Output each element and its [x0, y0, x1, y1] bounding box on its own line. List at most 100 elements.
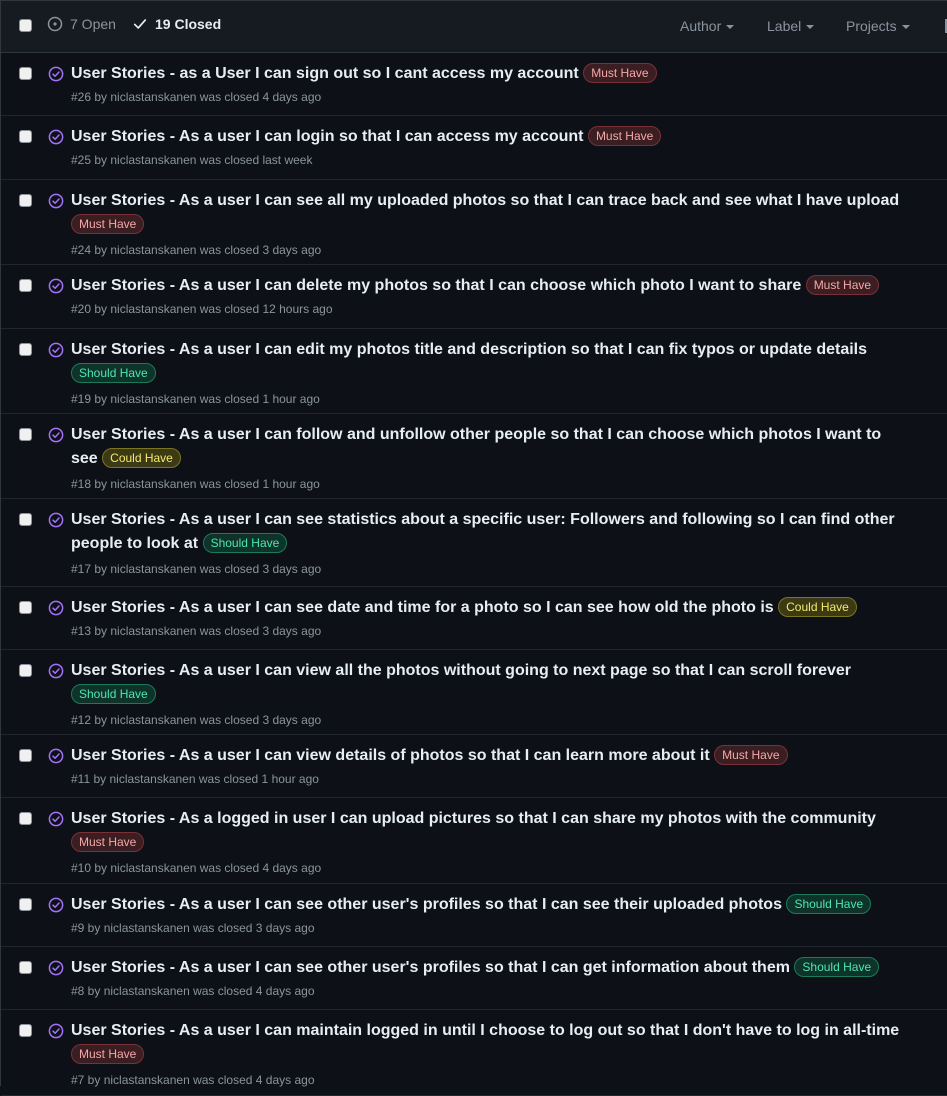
author-filter[interactable]: Author [680, 18, 735, 34]
priority-label[interactable]: Should Have [794, 957, 880, 977]
priority-label[interactable]: Must Have [714, 745, 788, 765]
chevron-down-icon [901, 25, 910, 29]
priority-label[interactable]: Should Have [71, 684, 156, 704]
issue-meta: #17 by niclastanskanen was closed 3 days… [71, 562, 322, 576]
issue-meta: #13 by niclastanskanen was closed 3 days… [71, 624, 322, 638]
issue-checkbox[interactable] [19, 898, 32, 911]
issue-row: User Stories - As a user I can see other… [1, 947, 947, 1010]
label-filter[interactable]: Label [767, 18, 815, 34]
priority-label[interactable]: Should Have [71, 363, 156, 383]
issue-title-link[interactable]: User Stories - As a logged in user I can… [71, 810, 876, 827]
issue-closed-icon [48, 427, 64, 443]
issue-meta: #8 by niclastanskanen was closed 4 days … [71, 984, 315, 998]
issue-title-line: User Stories - As a user I can maintain … [71, 1019, 910, 1067]
projects-filter[interactable]: Projects [846, 18, 910, 34]
issue-checkbox[interactable] [19, 961, 32, 974]
chevron-down-icon [726, 25, 735, 29]
priority-label[interactable]: Could Have [778, 597, 857, 617]
issue-meta: #11 by niclastanskanen was closed 1 hour… [71, 772, 319, 786]
issue-row: User Stories - As a user I can delete my… [1, 265, 947, 329]
issue-title-line: User Stories - As a user I can follow an… [71, 423, 910, 471]
priority-label[interactable]: Should Have [786, 894, 872, 914]
issue-title-link[interactable]: User Stories - As a user I can edit my p… [71, 341, 867, 358]
priority-label[interactable]: Must Have [805, 275, 880, 295]
issue-title-line: User Stories - As a user I can view all … [71, 659, 910, 707]
open-count-label: 7 Open [70, 16, 116, 32]
issue-checkbox[interactable] [19, 812, 32, 825]
issue-title-link[interactable]: User Stories - As a user I can see stati… [71, 511, 895, 552]
issue-title-line: User Stories - As a user I can edit my p… [71, 338, 910, 386]
projects-filter-label: Projects [846, 18, 897, 34]
issue-closed-icon [48, 748, 64, 764]
priority-label[interactable]: Must Have [71, 832, 145, 852]
closed-issues-toggle[interactable]: 19 Closed [133, 16, 221, 32]
priority-label[interactable]: Must Have [587, 126, 662, 146]
priority-label[interactable]: Must Have [583, 63, 657, 83]
priority-label[interactable]: Could Have [102, 448, 181, 468]
issue-title-line: User Stories - As a user I can see date … [71, 596, 910, 620]
issue-rows: User Stories - as a User I can sign out … [1, 53, 947, 1096]
issue-closed-icon [48, 811, 64, 827]
issue-checkbox[interactable] [19, 749, 32, 762]
open-issues-toggle[interactable]: 7 Open [47, 16, 116, 32]
issue-checkbox[interactable] [19, 130, 32, 143]
issue-checkbox[interactable] [19, 601, 32, 614]
issue-closed-icon [48, 960, 64, 976]
issue-closed-icon [48, 1023, 64, 1039]
issue-title-link[interactable]: User Stories - As a user I can maintain … [71, 1022, 899, 1039]
issue-meta: #19 by niclastanskanen was closed 1 hour… [71, 392, 320, 406]
issue-row: User Stories - As a logged in user I can… [1, 798, 947, 884]
issue-row: User Stories - As a user I can view deta… [1, 735, 947, 798]
issue-checkbox[interactable] [19, 194, 32, 207]
issue-meta: #7 by niclastanskanen was closed 4 days … [71, 1073, 315, 1087]
issue-title-link[interactable]: User Stories - As a user I can see other… [71, 959, 790, 976]
issue-title-link[interactable]: User Stories - As a user I can see date … [71, 599, 774, 616]
issue-meta: #12 by niclastanskanen was closed 3 days… [71, 713, 322, 727]
issue-checkbox[interactable] [19, 428, 32, 441]
priority-label[interactable]: Must Have [71, 1044, 145, 1064]
issue-title-line: User Stories - As a logged in user I can… [71, 807, 910, 855]
issue-title-link[interactable]: User Stories - As a user I can see all m… [71, 192, 899, 209]
issue-meta: #9 by niclastanskanen was closed 3 days … [71, 921, 315, 935]
issue-checkbox[interactable] [19, 513, 32, 526]
issue-title-line: User Stories - As a user I can see other… [71, 893, 910, 917]
issue-checkbox[interactable] [19, 279, 32, 292]
priority-label[interactable]: Must Have [71, 214, 145, 234]
priority-label[interactable]: Should Have [202, 533, 288, 553]
issue-meta: #24 by niclastanskanen was closed 3 days… [71, 243, 322, 257]
issue-title-link[interactable]: User Stories - As a user I can view deta… [71, 747, 710, 764]
issue-closed-icon [48, 512, 64, 528]
issues-list-header: 7 Open 19 Closed Author Label Projects [1, 1, 947, 53]
issue-open-icon [47, 16, 63, 32]
issue-checkbox[interactable] [19, 67, 32, 80]
issue-title-line: User Stories - As a user I can see other… [71, 956, 910, 980]
issue-meta: #20 by niclastanskanen was closed 12 hou… [71, 302, 333, 316]
select-all-checkbox[interactable] [19, 19, 32, 32]
author-filter-label: Author [680, 18, 722, 34]
issue-title-link[interactable]: User Stories - As a user I can login so … [71, 128, 583, 145]
issue-title-line: User Stories - As a user I can see stati… [71, 508, 910, 556]
issue-closed-icon [48, 663, 64, 679]
issues-list-container: 7 Open 19 Closed Author Label Projects U… [0, 0, 947, 1096]
issue-closed-icon [48, 66, 64, 82]
issue-title-link[interactable]: User Stories - As a user I can see other… [71, 896, 782, 913]
label-filter-label: Label [767, 18, 802, 34]
issue-closed-icon [48, 129, 64, 145]
issue-row: User Stories - As a user I can maintain … [1, 1010, 947, 1096]
issue-checkbox[interactable] [19, 343, 32, 356]
issue-closed-icon [48, 600, 64, 616]
issue-row: User Stories - As a user I can view all … [1, 650, 947, 735]
closed-count-label: 19 Closed [155, 16, 222, 32]
issue-meta: #26 by niclastanskanen was closed 4 days… [71, 90, 322, 104]
issue-row: User Stories - As a user I can see other… [1, 884, 947, 947]
issue-title-line: User Stories - As a user I can see all m… [71, 189, 910, 237]
issue-checkbox[interactable] [19, 1024, 32, 1037]
issue-title-link[interactable]: User Stories - As a user I can follow an… [71, 426, 881, 467]
issue-row: User Stories - As a user I can see all m… [1, 180, 947, 265]
issue-title-link[interactable]: User Stories - as a User I can sign out … [71, 65, 579, 82]
issue-title-line: User Stories - as a User I can sign out … [71, 62, 910, 86]
issue-closed-icon [48, 897, 64, 913]
issue-title-link[interactable]: User Stories - As a user I can delete my… [71, 277, 801, 294]
issue-checkbox[interactable] [19, 664, 32, 677]
issue-title-link[interactable]: User Stories - As a user I can view all … [71, 662, 851, 679]
